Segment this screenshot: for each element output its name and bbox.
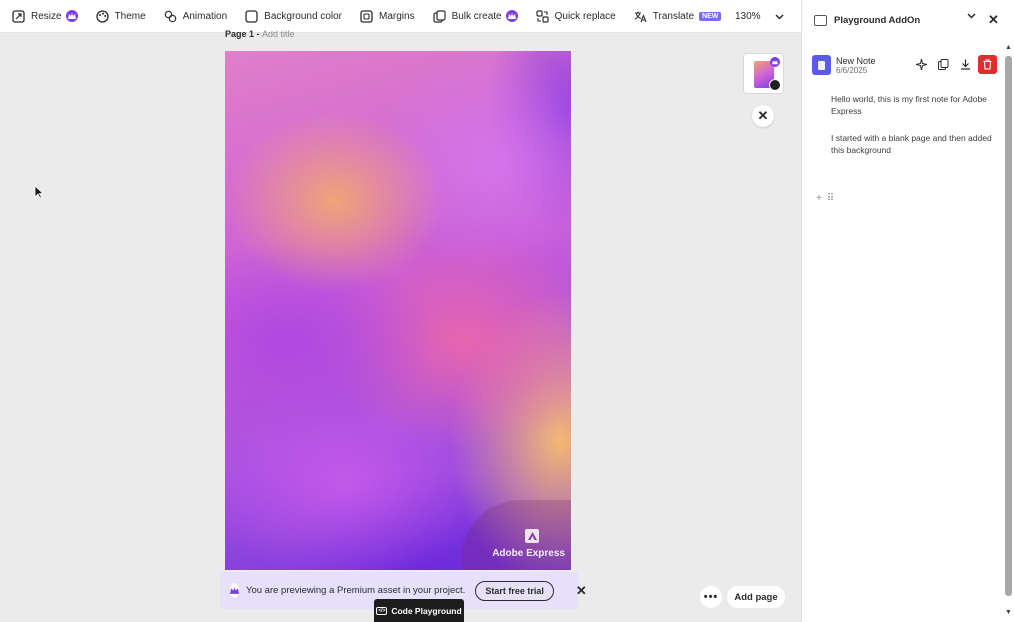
background-color-icon bbox=[245, 9, 258, 23]
block-tools: + ⠿ bbox=[816, 193, 834, 204]
addon-panel: Playground AddOn ✕ New Note 6/6/2025 Hel… bbox=[801, 0, 1014, 622]
premium-crown-icon bbox=[770, 57, 780, 67]
close-panel-icon[interactable]: ✕ bbox=[988, 12, 999, 28]
premium-banner-text: You are previewing a Premium asset in yo… bbox=[246, 585, 466, 596]
quick-replace-button[interactable]: Quick replace bbox=[536, 0, 616, 33]
panel-scrollbar[interactable]: ▲ ▼ bbox=[1003, 44, 1014, 622]
note-editor[interactable]: Hello world, this is my first note for A… bbox=[831, 93, 996, 171]
copy-button[interactable] bbox=[934, 55, 953, 74]
quick-replace-icon bbox=[536, 9, 549, 23]
chevron-down-icon bbox=[775, 13, 784, 20]
new-badge: NEW bbox=[699, 11, 722, 21]
asset-thumbnail[interactable] bbox=[743, 53, 784, 94]
translate-button[interactable]: Translate NEW bbox=[634, 0, 722, 33]
drag-handle-icon[interactable]: ⠿ bbox=[827, 193, 834, 204]
watermark-backdrop bbox=[461, 500, 571, 570]
adobe-express-logo-icon bbox=[525, 529, 539, 543]
zoom-dropdown[interactable]: 130% bbox=[735, 0, 784, 33]
add-block-icon[interactable]: + bbox=[816, 193, 822, 204]
panel-title: Playground AddOn bbox=[834, 14, 921, 26]
animation-icon bbox=[164, 10, 177, 23]
close-banner-icon[interactable]: ✕ bbox=[576, 583, 587, 599]
theme-button[interactable]: Theme bbox=[95, 0, 146, 33]
note-actions bbox=[912, 55, 997, 74]
note-header: New Note 6/6/2025 bbox=[812, 54, 997, 76]
scroll-thumb[interactable] bbox=[1005, 56, 1012, 596]
background-color-label: Background color bbox=[264, 10, 342, 22]
add-page-button[interactable]: Add page bbox=[727, 586, 785, 608]
theme-label: Theme bbox=[114, 10, 146, 22]
close-icon[interactable]: ✕ bbox=[752, 105, 774, 127]
resize-button[interactable]: Resize bbox=[12, 0, 78, 33]
premium-crown-icon bbox=[65, 10, 78, 22]
addon-icon bbox=[814, 14, 827, 26]
translate-icon bbox=[634, 10, 647, 23]
sparkle-icon bbox=[916, 59, 927, 70]
note-paragraph[interactable]: I started with a blank page and then add… bbox=[831, 132, 996, 156]
resize-icon bbox=[12, 9, 25, 23]
premium-crown-icon bbox=[230, 583, 239, 598]
palette-icon bbox=[95, 9, 109, 23]
artboard[interactable]: Adobe Express bbox=[225, 51, 571, 570]
bulk-create-button[interactable]: Bulk create bbox=[432, 0, 518, 33]
watermark-text: Adobe Express bbox=[492, 548, 565, 559]
trash-icon bbox=[983, 59, 992, 70]
page-title-input[interactable]: Add title bbox=[262, 29, 295, 39]
top-toolbar: Resize Theme Animation Background color … bbox=[0, 0, 801, 33]
margins-icon bbox=[360, 9, 373, 23]
download-button[interactable] bbox=[956, 55, 975, 74]
more-options-button[interactable]: ••• bbox=[700, 586, 722, 608]
animation-label: Animation bbox=[182, 10, 228, 22]
page-number: Page 1 - bbox=[225, 29, 263, 39]
asset-badge-icon bbox=[769, 79, 781, 91]
note-paragraph[interactable]: Hello world, this is my first note for A… bbox=[831, 93, 996, 117]
magic-sparkle-button[interactable] bbox=[912, 55, 931, 74]
code-icon: </> bbox=[376, 606, 388, 615]
delete-button[interactable] bbox=[978, 55, 997, 74]
zoom-value: 130% bbox=[735, 11, 761, 22]
note-icon bbox=[812, 55, 831, 75]
download-icon bbox=[961, 59, 970, 70]
premium-crown-icon bbox=[505, 10, 518, 22]
code-playground-label: Code Playground bbox=[391, 605, 462, 616]
note-title[interactable]: New Note bbox=[836, 56, 876, 66]
quick-replace-label: Quick replace bbox=[554, 10, 616, 22]
chevron-down-icon[interactable] bbox=[967, 13, 976, 19]
margins-label: Margins bbox=[379, 10, 415, 22]
panel-header: Playground AddOn ✕ bbox=[802, 0, 1005, 40]
scroll-up-arrow-icon[interactable]: ▲ bbox=[1005, 44, 1012, 51]
note-date: 6/6/2025 bbox=[836, 66, 868, 75]
animation-button[interactable]: Animation bbox=[164, 0, 227, 33]
background-color-button[interactable]: Background color bbox=[245, 0, 342, 33]
mouse-pointer-icon bbox=[34, 185, 44, 199]
margins-button[interactable]: Margins bbox=[360, 0, 415, 33]
code-playground-button[interactable]: </> Code Playground bbox=[374, 599, 464, 622]
start-free-trial-button[interactable]: Start free trial bbox=[475, 580, 554, 601]
copy-icon bbox=[938, 59, 949, 70]
translate-label: Translate bbox=[652, 10, 695, 22]
scroll-down-arrow-icon[interactable]: ▼ bbox=[1005, 609, 1012, 616]
bulk-create-icon bbox=[432, 9, 446, 23]
bulk-create-label: Bulk create bbox=[451, 10, 502, 22]
resize-label: Resize bbox=[31, 10, 62, 22]
page-label: Page 1 - Add title bbox=[225, 29, 295, 39]
